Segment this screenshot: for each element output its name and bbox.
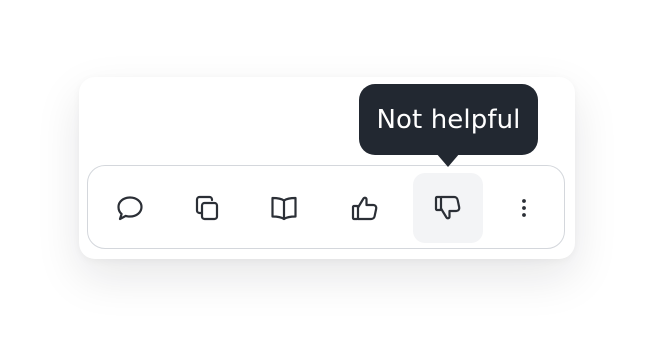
message-action-toolbar xyxy=(87,165,565,249)
open-book-icon xyxy=(268,192,300,224)
feedback-widget: Not helpful xyxy=(0,0,654,338)
speech-bubble-icon xyxy=(114,192,146,224)
tooltip-arrow xyxy=(436,153,460,167)
helpful-button[interactable] xyxy=(330,173,400,243)
copy-icon xyxy=(191,192,223,224)
read-aloud-button[interactable] xyxy=(249,173,319,243)
more-options-button[interactable] xyxy=(489,173,559,243)
comment-button[interactable] xyxy=(95,173,165,243)
vertical-ellipsis-icon xyxy=(508,192,540,224)
thumbs-down-icon xyxy=(432,192,464,224)
thumbs-up-icon xyxy=(349,192,381,224)
copy-button[interactable] xyxy=(172,173,242,243)
tooltip-text: Not helpful xyxy=(376,104,521,135)
not-helpful-button[interactable] xyxy=(413,173,483,243)
tooltip: Not helpful xyxy=(359,84,538,155)
